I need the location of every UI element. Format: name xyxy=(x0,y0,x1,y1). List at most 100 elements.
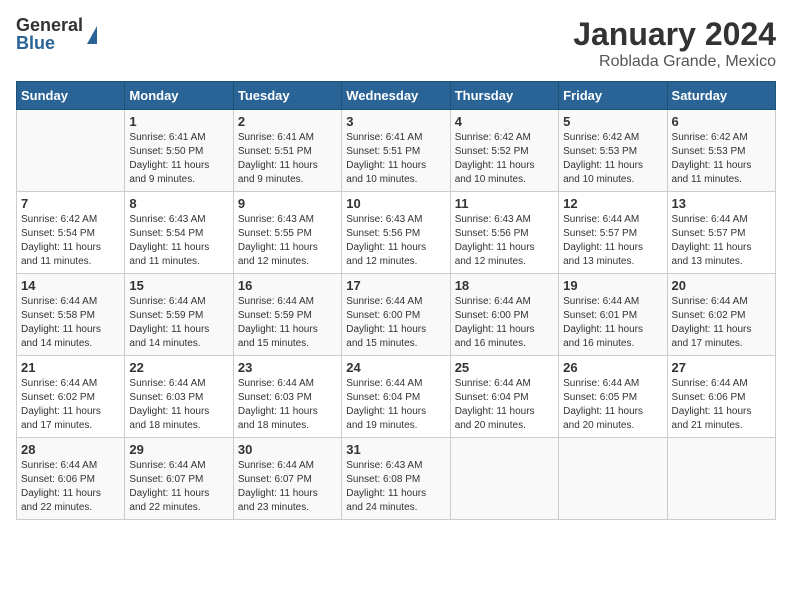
cell-info: Sunrise: 6:44 AM Sunset: 6:06 PM Dayligh… xyxy=(672,377,771,433)
date-number: 7 xyxy=(21,196,120,211)
date-number: 17 xyxy=(346,278,445,293)
date-number: 14 xyxy=(21,278,120,293)
cell-info: Sunrise: 6:44 AM Sunset: 5:57 PM Dayligh… xyxy=(563,213,662,269)
calendar-cell: 5 Sunrise: 6:42 AM Sunset: 5:53 PM Daylig… xyxy=(559,110,667,192)
title-block: January 2024 Roblada Grande, Mexico xyxy=(573,16,776,71)
calendar-table: SundayMondayTuesdayWednesdayThursdayFrid… xyxy=(16,81,776,520)
cell-info: Sunrise: 6:43 AM Sunset: 5:54 PM Dayligh… xyxy=(129,213,228,269)
calendar-cell: 8 Sunrise: 6:43 AM Sunset: 5:54 PM Daylig… xyxy=(125,192,233,274)
calendar-cell xyxy=(450,438,558,520)
calendar-cell: 28 Sunrise: 6:44 AM Sunset: 6:06 PM Dayli… xyxy=(17,438,125,520)
cell-info: Sunrise: 6:44 AM Sunset: 5:58 PM Dayligh… xyxy=(21,295,120,351)
cell-info: Sunrise: 6:41 AM Sunset: 5:51 PM Dayligh… xyxy=(346,131,445,187)
calendar-cell: 11 Sunrise: 6:43 AM Sunset: 5:56 PM Dayli… xyxy=(450,192,558,274)
date-number: 19 xyxy=(563,278,662,293)
calendar-cell: 1 Sunrise: 6:41 AM Sunset: 5:50 PM Daylig… xyxy=(125,110,233,192)
date-number: 8 xyxy=(129,196,228,211)
page-header: General Blue January 2024 Roblada Grande… xyxy=(16,16,776,71)
calendar-cell: 17 Sunrise: 6:44 AM Sunset: 6:00 PM Dayli… xyxy=(342,274,450,356)
calendar-cell xyxy=(559,438,667,520)
date-number: 11 xyxy=(455,196,554,211)
calendar-cell: 6Sunrise: 6:42 AM Sunset: 5:53 PM Daylig… xyxy=(667,110,775,192)
logo-triangle-icon xyxy=(87,26,97,44)
date-number: 21 xyxy=(21,360,120,375)
calendar-cell: 13 Sunrise: 6:44 AM Sunset: 5:57 PM Dayli… xyxy=(667,192,775,274)
calendar-cell: 25 Sunrise: 6:44 AM Sunset: 6:04 PM Dayli… xyxy=(450,356,558,438)
calendar-subtitle: Roblada Grande, Mexico xyxy=(573,53,776,71)
cell-info: Sunrise: 6:44 AM Sunset: 6:07 PM Dayligh… xyxy=(129,459,228,515)
cell-info: Sunrise: 6:43 AM Sunset: 5:56 PM Dayligh… xyxy=(455,213,554,269)
date-number: 26 xyxy=(563,360,662,375)
calendar-body: 1 Sunrise: 6:41 AM Sunset: 5:50 PM Daylig… xyxy=(17,110,776,520)
date-number: 13 xyxy=(672,196,771,211)
day-header-thursday: Thursday xyxy=(450,82,558,110)
calendar-cell: 30 Sunrise: 6:44 AM Sunset: 6:07 PM Dayli… xyxy=(233,438,341,520)
date-number: 15 xyxy=(129,278,228,293)
date-number: 1 xyxy=(129,114,228,129)
date-number: 5 xyxy=(563,114,662,129)
date-number: 30 xyxy=(238,442,337,457)
cell-info: Sunrise: 6:43 AM Sunset: 6:08 PM Dayligh… xyxy=(346,459,445,515)
calendar-week-1: 1 Sunrise: 6:41 AM Sunset: 5:50 PM Daylig… xyxy=(17,110,776,192)
calendar-week-5: 28 Sunrise: 6:44 AM Sunset: 6:06 PM Dayli… xyxy=(17,438,776,520)
calendar-cell: 15 Sunrise: 6:44 AM Sunset: 5:59 PM Dayli… xyxy=(125,274,233,356)
calendar-cell: 2Sunrise: 6:41 AM Sunset: 5:51 PM Daylig… xyxy=(233,110,341,192)
date-number: 28 xyxy=(21,442,120,457)
cell-info: Sunrise: 6:44 AM Sunset: 6:04 PM Dayligh… xyxy=(455,377,554,433)
calendar-cell: 9 Sunrise: 6:43 AM Sunset: 5:55 PM Daylig… xyxy=(233,192,341,274)
calendar-cell: 20 Sunrise: 6:44 AM Sunset: 6:02 PM Dayli… xyxy=(667,274,775,356)
date-number: 24 xyxy=(346,360,445,375)
cell-info: Sunrise: 6:44 AM Sunset: 5:57 PM Dayligh… xyxy=(672,213,771,269)
cell-info: Sunrise: 6:44 AM Sunset: 5:59 PM Dayligh… xyxy=(129,295,228,351)
calendar-cell xyxy=(667,438,775,520)
day-header-friday: Friday xyxy=(559,82,667,110)
cell-info: Sunrise: 6:44 AM Sunset: 6:04 PM Dayligh… xyxy=(346,377,445,433)
cell-info: Sunrise: 6:42 AM Sunset: 5:53 PM Dayligh… xyxy=(563,131,662,187)
cell-info: Sunrise: 6:44 AM Sunset: 6:01 PM Dayligh… xyxy=(563,295,662,351)
date-number: 27 xyxy=(672,360,771,375)
date-number: 31 xyxy=(346,442,445,457)
calendar-header-row: SundayMondayTuesdayWednesdayThursdayFrid… xyxy=(17,82,776,110)
calendar-cell: 27 Sunrise: 6:44 AM Sunset: 6:06 PM Dayli… xyxy=(667,356,775,438)
date-number: 10 xyxy=(346,196,445,211)
cell-info: Sunrise: 6:43 AM Sunset: 5:56 PM Dayligh… xyxy=(346,213,445,269)
calendar-week-2: 7Sunrise: 6:42 AM Sunset: 5:54 PM Daylig… xyxy=(17,192,776,274)
day-header-saturday: Saturday xyxy=(667,82,775,110)
day-header-sunday: Sunday xyxy=(17,82,125,110)
cell-info: Sunrise: 6:44 AM Sunset: 6:07 PM Dayligh… xyxy=(238,459,337,515)
cell-info: Sunrise: 6:44 AM Sunset: 6:00 PM Dayligh… xyxy=(455,295,554,351)
calendar-cell: 3 Sunrise: 6:41 AM Sunset: 5:51 PM Daylig… xyxy=(342,110,450,192)
calendar-week-4: 21Sunrise: 6:44 AM Sunset: 6:02 PM Dayli… xyxy=(17,356,776,438)
cell-info: Sunrise: 6:41 AM Sunset: 5:51 PM Dayligh… xyxy=(238,131,337,187)
calendar-cell: 10 Sunrise: 6:43 AM Sunset: 5:56 PM Dayli… xyxy=(342,192,450,274)
calendar-cell xyxy=(17,110,125,192)
date-number: 25 xyxy=(455,360,554,375)
calendar-week-3: 14 Sunrise: 6:44 AM Sunset: 5:58 PM Dayli… xyxy=(17,274,776,356)
date-number: 16 xyxy=(238,278,337,293)
calendar-cell: 18 Sunrise: 6:44 AM Sunset: 6:00 PM Dayli… xyxy=(450,274,558,356)
cell-info: Sunrise: 6:44 AM Sunset: 6:00 PM Dayligh… xyxy=(346,295,445,351)
calendar-cell: 22Sunrise: 6:44 AM Sunset: 6:03 PM Dayli… xyxy=(125,356,233,438)
date-number: 3 xyxy=(346,114,445,129)
calendar-cell: 4Sunrise: 6:42 AM Sunset: 5:52 PM Daylig… xyxy=(450,110,558,192)
calendar-title: January 2024 xyxy=(573,16,776,53)
cell-info: Sunrise: 6:44 AM Sunset: 6:02 PM Dayligh… xyxy=(672,295,771,351)
calendar-cell: 24 Sunrise: 6:44 AM Sunset: 6:04 PM Dayli… xyxy=(342,356,450,438)
date-number: 23 xyxy=(238,360,337,375)
calendar-cell: 7Sunrise: 6:42 AM Sunset: 5:54 PM Daylig… xyxy=(17,192,125,274)
date-number: 20 xyxy=(672,278,771,293)
day-header-tuesday: Tuesday xyxy=(233,82,341,110)
cell-info: Sunrise: 6:44 AM Sunset: 6:06 PM Dayligh… xyxy=(21,459,120,515)
day-header-wednesday: Wednesday xyxy=(342,82,450,110)
cell-info: Sunrise: 6:41 AM Sunset: 5:50 PM Dayligh… xyxy=(129,131,228,187)
date-number: 12 xyxy=(563,196,662,211)
date-number: 4 xyxy=(455,114,554,129)
calendar-cell: 29Sunrise: 6:44 AM Sunset: 6:07 PM Dayli… xyxy=(125,438,233,520)
calendar-cell: 21Sunrise: 6:44 AM Sunset: 6:02 PM Dayli… xyxy=(17,356,125,438)
date-number: 9 xyxy=(238,196,337,211)
date-number: 18 xyxy=(455,278,554,293)
cell-info: Sunrise: 6:44 AM Sunset: 6:03 PM Dayligh… xyxy=(129,377,228,433)
cell-info: Sunrise: 6:43 AM Sunset: 5:55 PM Dayligh… xyxy=(238,213,337,269)
logo-text: General Blue xyxy=(16,16,83,52)
cell-info: Sunrise: 6:44 AM Sunset: 6:05 PM Dayligh… xyxy=(563,377,662,433)
